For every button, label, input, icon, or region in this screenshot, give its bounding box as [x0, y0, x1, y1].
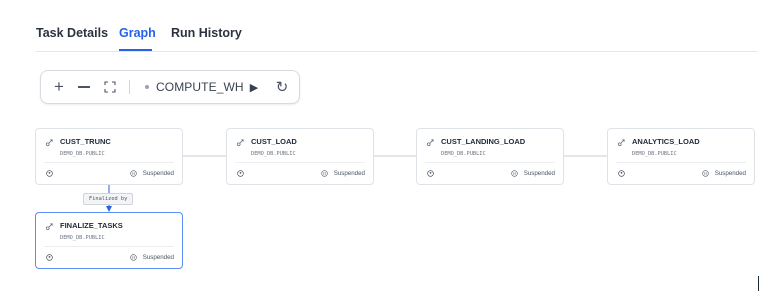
fit-view-button[interactable] — [102, 71, 118, 103]
task-name: CUST_TRUNC — [60, 137, 111, 146]
minus-icon — [78, 86, 90, 88]
task-name: CUST_LOAD — [251, 137, 297, 146]
fit-view-icon — [104, 81, 116, 93]
suspended-icon — [511, 170, 518, 177]
task-name: CUST_LANDING_LOAD — [441, 137, 526, 146]
task-name: ANALYTICS_LOAD — [632, 137, 700, 146]
task-node-cust-load[interactable]: CUST_LOAD DEMO_DB.PUBLIC Suspended — [226, 128, 374, 185]
suspended-icon — [130, 170, 137, 177]
warehouse-status-dot — [145, 85, 149, 89]
tab-graph[interactable]: Graph — [119, 26, 156, 40]
task-status: Suspended — [142, 170, 174, 177]
refresh-icon: ↻ — [275, 79, 289, 96]
task-schema: DEMO_DB.PUBLIC — [60, 235, 105, 241]
finalized-by-label: Finalized by — [83, 193, 134, 205]
play-icon: ▶ — [249, 81, 259, 94]
node-divider — [425, 162, 555, 163]
owner-icon — [237, 170, 244, 177]
suspended-icon — [321, 170, 328, 177]
node-divider — [44, 246, 174, 247]
graph-toolbar: + COMPUTE_WH ▶ ↻ — [40, 70, 300, 104]
warehouse-selector[interactable]: COMPUTE_WH — [156, 71, 244, 103]
tab-task-details[interactable]: Task Details — [36, 26, 108, 40]
suspended-icon — [130, 254, 137, 261]
task-icon — [45, 223, 53, 231]
owner-icon — [46, 170, 53, 177]
zoom-out-button[interactable] — [76, 71, 92, 103]
tab-bar: Task Details Graph Run History — [36, 26, 758, 52]
task-status: Suspended — [523, 170, 555, 177]
text-cursor — [758, 276, 759, 291]
task-node-cust-trunc[interactable]: CUST_TRUNC DEMO_DB.PUBLIC Suspended — [35, 128, 183, 185]
task-icon — [617, 139, 625, 147]
run-button[interactable]: ▶ — [248, 71, 260, 103]
node-divider — [235, 162, 365, 163]
task-node-cust-landing-load[interactable]: CUST_LANDING_LOAD DEMO_DB.PUBLIC Suspend… — [416, 128, 564, 185]
suspended-icon — [702, 170, 709, 177]
plus-icon: + — [54, 77, 64, 96]
node-divider — [616, 162, 746, 163]
owner-icon — [618, 170, 625, 177]
active-tab-indicator — [119, 49, 152, 51]
task-schema: DEMO_DB.PUBLIC — [632, 151, 677, 157]
node-divider — [44, 162, 174, 163]
owner-icon — [46, 254, 53, 261]
task-status: Suspended — [714, 170, 746, 177]
task-schema: DEMO_DB.PUBLIC — [251, 151, 296, 157]
task-status: Suspended — [333, 170, 365, 177]
owner-icon — [427, 170, 434, 177]
task-icon — [426, 139, 434, 147]
task-schema: DEMO_DB.PUBLIC — [441, 151, 486, 157]
task-node-finalize-tasks[interactable]: FINALIZE_TASKS DEMO_DB.PUBLIC Suspended — [35, 212, 183, 269]
task-name: FINALIZE_TASKS — [60, 221, 123, 230]
zoom-in-button[interactable]: + — [51, 71, 67, 103]
task-status: Suspended — [142, 254, 174, 261]
toolbar-divider — [129, 80, 130, 94]
task-schema: DEMO_DB.PUBLIC — [60, 151, 105, 157]
task-node-analytics-load[interactable]: ANALYTICS_LOAD DEMO_DB.PUBLIC Suspended — [607, 128, 755, 185]
tab-run-history[interactable]: Run History — [171, 26, 242, 40]
task-icon — [236, 139, 244, 147]
task-icon — [45, 139, 53, 147]
refresh-button[interactable]: ↻ — [274, 71, 290, 103]
